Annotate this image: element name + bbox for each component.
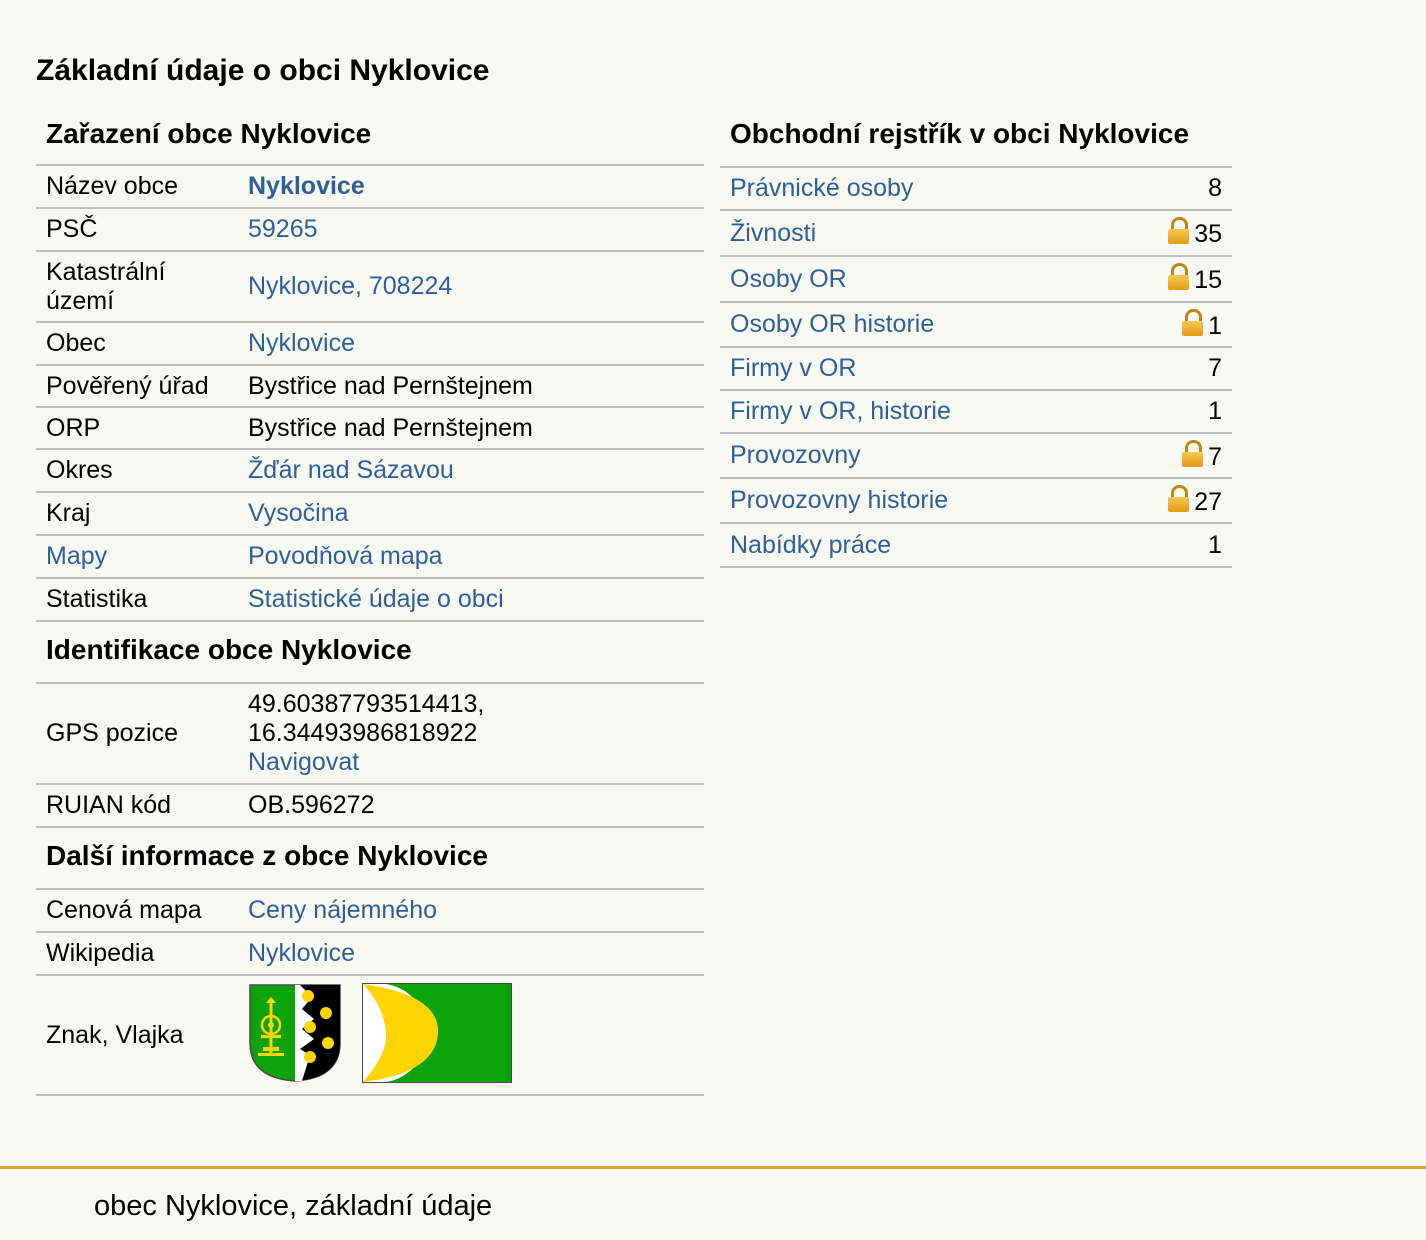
navigate-link[interactable]: Navigovat: [248, 748, 694, 777]
flood-map-link[interactable]: Povodňová mapa: [238, 535, 704, 579]
coat-of-arms-image[interactable]: [248, 983, 342, 1083]
identification-heading: Identifikace obce Nyklovice: [36, 622, 704, 684]
count-value: 35: [1194, 220, 1222, 248]
row-label: Cenová mapa: [36, 890, 238, 933]
footer-divider: [0, 1166, 1426, 1169]
maps-link[interactable]: Mapy: [36, 535, 238, 579]
more-info-heading: Další informace z obce Nyklovice: [36, 828, 704, 890]
statistics-link[interactable]: Statistické údaje o obci: [238, 578, 704, 622]
registry-heading: Obchodní rejstřík v obci Nyklovice: [720, 112, 1232, 168]
firms-or-link[interactable]: Firmy v OR: [720, 347, 1112, 391]
firms-or-history-link[interactable]: Firmy v OR, historie: [720, 390, 1112, 434]
count-value: 1: [1208, 311, 1222, 340]
trades-link[interactable]: Živnosti: [720, 210, 1112, 257]
table-row: PSČ 59265: [36, 208, 704, 252]
gps-latitude: 49.60387793514413,: [248, 690, 485, 718]
table-row: Znak, Vlajka: [36, 975, 704, 1096]
gps-longitude: 16.34493986818922: [248, 719, 478, 747]
ruian-value: OB.596272: [238, 784, 704, 828]
footer-text: obec Nyklovice, základní údaje: [94, 1190, 493, 1222]
municipality-link[interactable]: Nyklovice: [238, 322, 704, 366]
row-label: GPS pozice: [36, 684, 238, 785]
job-offers-link[interactable]: Nabídky práce: [720, 523, 1112, 568]
identification-table: GPS pozice 49.60387793514413, 16.3449398…: [36, 684, 704, 828]
row-label: Katastrální území: [36, 251, 238, 323]
table-row: Katastrální území Nyklovice, 708224: [36, 251, 704, 323]
row-label: PSČ: [36, 208, 238, 252]
emblems-cell: [238, 975, 704, 1096]
count-value: 1: [1208, 397, 1222, 425]
table-row: Živnosti 35: [720, 210, 1232, 257]
count-value: 15: [1194, 266, 1222, 294]
row-label: Okres: [36, 449, 238, 493]
authorized-office-value: Bystřice nad Pernštejnem: [238, 365, 704, 408]
count-value: 7: [1208, 354, 1222, 382]
row-label: Statistika: [36, 578, 238, 622]
table-row: RUIAN kód OB.596272: [36, 784, 704, 828]
wikipedia-link[interactable]: Nyklovice: [238, 932, 704, 976]
table-row: Název obce Nyklovice: [36, 166, 704, 209]
count-value: 8: [1208, 174, 1222, 202]
table-row: Firmy v OR 7: [720, 347, 1232, 391]
row-label: Pověřený úřad: [36, 365, 238, 408]
region-link[interactable]: Vysočina: [238, 492, 704, 536]
business-registry-column: Obchodní rejstřík v obci Nyklovice Právn…: [720, 112, 1232, 568]
postal-code-link[interactable]: 59265: [238, 208, 704, 252]
padlock-icon: [1182, 308, 1204, 336]
table-row: Právnické osoby 8: [720, 168, 1232, 211]
row-label: Wikipedia: [36, 932, 238, 976]
more-info-table: Cenová mapa Ceny nájemného Wikipedia Nyk…: [36, 890, 704, 1096]
row-label: Kraj: [36, 492, 238, 536]
classification-heading: Zařazení obce Nyklovice: [36, 112, 704, 166]
table-row: Provozovny historie 27: [720, 478, 1232, 524]
rent-prices-link[interactable]: Ceny nájemného: [238, 890, 704, 933]
padlock-icon: [1168, 263, 1190, 290]
establishments-link[interactable]: Provozovny: [720, 433, 1112, 479]
orp-value: Bystřice nad Pernštejnem: [238, 407, 704, 450]
district-link[interactable]: Žďár nad Sázavou: [238, 449, 704, 493]
classification-table: Název obce Nyklovice PSČ 59265 Katastrál…: [36, 166, 704, 622]
table-row: Firmy v OR, historie 1: [720, 390, 1232, 434]
persons-or-link[interactable]: Osoby OR: [720, 256, 1112, 303]
row-label: Název obce: [36, 166, 238, 209]
table-row: Osoby OR historie 1: [720, 302, 1232, 348]
table-row: GPS pozice 49.60387793514413, 16.3449398…: [36, 684, 704, 785]
legal-entities-link[interactable]: Právnické osoby: [720, 168, 1112, 211]
padlock-icon: [1168, 484, 1190, 512]
page-title: Základní údaje o obci Nyklovice: [36, 54, 490, 87]
gps-cell: 49.60387793514413, 16.34493986818922 Nav…: [238, 684, 704, 785]
cadastral-area-link[interactable]: Nyklovice, 708224: [238, 251, 704, 323]
row-label: Obec: [36, 322, 238, 366]
municipality-name-link[interactable]: Nyklovice: [238, 166, 704, 209]
persons-or-history-link[interactable]: Osoby OR historie: [720, 302, 1112, 348]
count-value: 7: [1208, 442, 1222, 471]
count-value: 27: [1194, 487, 1222, 516]
establishments-history-link[interactable]: Provozovny historie: [720, 478, 1112, 524]
padlock-icon: [1182, 439, 1204, 467]
count-value: 1: [1208, 530, 1222, 559]
table-row: ORP Bystřice nad Pernštejnem: [36, 407, 704, 450]
table-row: Statistika Statistické údaje o obci: [36, 578, 704, 622]
table-row: Mapy Povodňová mapa: [36, 535, 704, 579]
table-row: Obec Nyklovice: [36, 322, 704, 366]
padlock-icon: [1168, 217, 1190, 244]
row-label: RUIAN kód: [36, 784, 238, 828]
table-row: Nabídky práce 1: [720, 523, 1232, 568]
municipality-info-column: Zařazení obce Nyklovice Název obce Nyklo…: [36, 112, 704, 1096]
table-row: Okres Žďár nad Sázavou: [36, 449, 704, 493]
row-label: Znak, Vlajka: [36, 975, 238, 1096]
table-row: Cenová mapa Ceny nájemného: [36, 890, 704, 933]
table-row: Wikipedia Nyklovice: [36, 932, 704, 976]
table-row: Osoby OR 15: [720, 256, 1232, 303]
registry-table: Právnické osoby 8 Živnosti 35 Osoby OR 1…: [720, 168, 1232, 568]
table-row: Provozovny 7: [720, 433, 1232, 479]
table-row: Pověřený úřad Bystřice nad Pernštejnem: [36, 365, 704, 408]
flag-image[interactable]: [362, 983, 512, 1083]
table-row: Kraj Vysočina: [36, 492, 704, 536]
row-label: ORP: [36, 407, 238, 450]
